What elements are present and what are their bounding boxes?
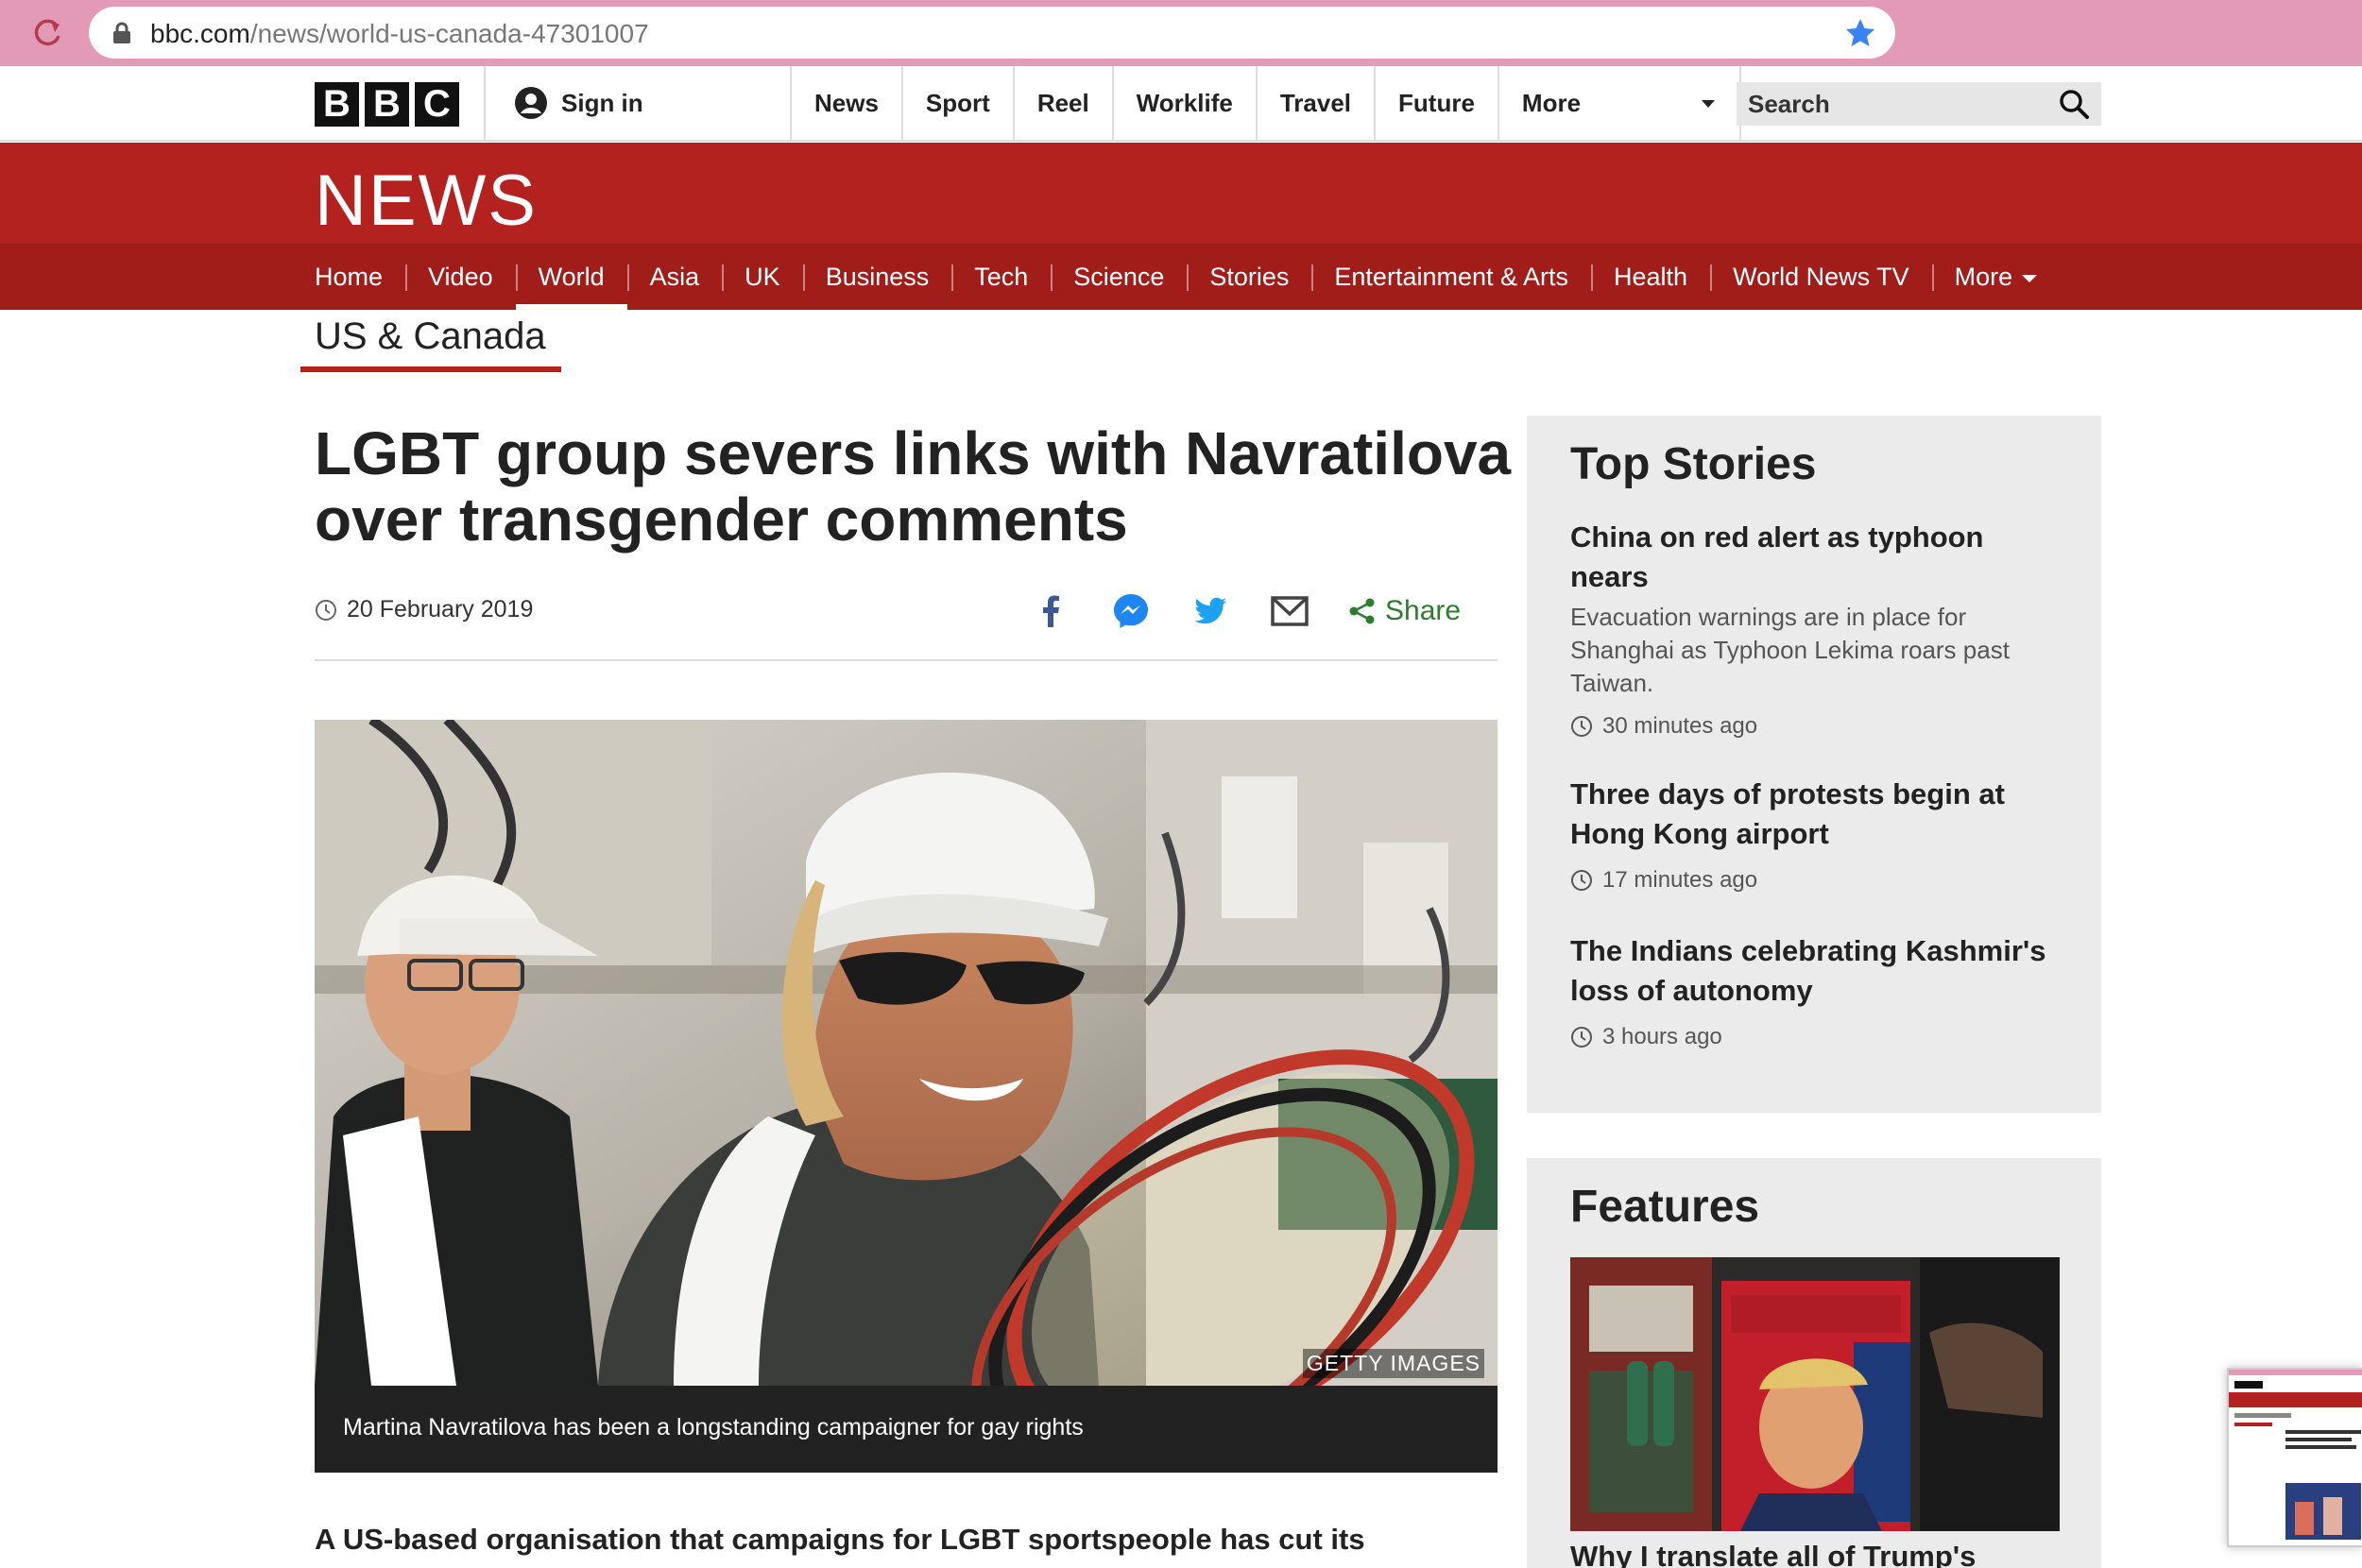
- lock-icon: [113, 22, 130, 43]
- clock-icon: [1571, 1027, 1592, 1048]
- nav-more[interactable]: More: [1931, 244, 2061, 310]
- nav-entertainment-arts[interactable]: Entertainment & Arts: [1311, 244, 1591, 310]
- top-story-item[interactable]: China on red alert as typhoon nears Evac…: [1570, 518, 2062, 740]
- thumbnail-preview-image: [2229, 1370, 2362, 1545]
- share-tools: Share: [1030, 588, 1461, 635]
- nav-health[interactable]: Health: [1591, 244, 1710, 310]
- section-underline: [300, 366, 561, 372]
- top-story-item[interactable]: Three days of protests begin at Hong Kon…: [1570, 775, 2062, 894]
- clock-icon: [1571, 870, 1592, 891]
- top-stories-title: Top Stories: [1570, 439, 1817, 489]
- story-time-text: 3 hours ago: [1602, 1024, 1722, 1049]
- share-icon: [1349, 598, 1375, 624]
- feature-headline[interactable]: Why I translate all of Trump's: [1570, 1540, 1976, 1568]
- top-nav-sport[interactable]: Sport: [900, 66, 1013, 140]
- magazine-stand-photo: [1570, 1257, 2060, 1531]
- story-summary: Evacuation warnings are in place for Sha…: [1570, 603, 2010, 697]
- image-caption: Martina Navratilova has been a longstand…: [315, 1386, 1498, 1473]
- url-text: bbc.com/news/world-us-canada-47301007: [150, 19, 649, 49]
- story-title[interactable]: Three days of protests begin at Hong Kon…: [1570, 775, 2062, 854]
- nav-asia[interactable]: Asia: [626, 244, 723, 310]
- search-icon[interactable]: [2058, 88, 2090, 120]
- search-input[interactable]: Search: [1737, 82, 2101, 126]
- bookmark-star-icon[interactable]: [1844, 17, 1876, 49]
- article-date: 20 February 2019: [315, 596, 533, 623]
- top-nav-reel[interactable]: Reel: [1012, 66, 1112, 140]
- story-time: 3 hours ago: [1570, 1024, 2062, 1050]
- nav-science[interactable]: Science: [1051, 244, 1187, 310]
- clock-icon: [316, 599, 336, 621]
- feature-image[interactable]: [1570, 1257, 2060, 1531]
- nav-home[interactable]: Home: [292, 244, 405, 310]
- article-date-text: 20 February 2019: [347, 596, 534, 622]
- tennis-player-photo: [315, 720, 1498, 1386]
- top-nav: News Sport Reel Worklife Travel Future M…: [790, 66, 1741, 140]
- logo-letter: B: [365, 82, 409, 127]
- share-label: Share: [1385, 595, 1462, 626]
- chevron-down-icon: [1701, 100, 1715, 108]
- logo-letter: B: [315, 82, 359, 127]
- top-nav-worklife[interactable]: Worklife: [1111, 66, 1256, 140]
- section-title[interactable]: US & Canada: [315, 315, 546, 358]
- article-headline: LGBT group severs links with Navratilova…: [315, 419, 1512, 554]
- nav-more-label: More: [1954, 263, 2013, 291]
- twitter-icon[interactable]: [1189, 589, 1232, 633]
- url-host: bbc.com: [150, 19, 250, 48]
- nav-video[interactable]: Video: [405, 244, 516, 310]
- article-divider: [315, 659, 1498, 661]
- bbc-masthead: B B C Sign in News Sport Reel Worklife T…: [0, 66, 2362, 142]
- story-time-text: 30 minutes ago: [1602, 713, 1758, 739]
- features-panel: Features Why I translate all of Trump's: [1527, 1158, 2101, 1568]
- bbc-logo[interactable]: B B C: [315, 82, 459, 127]
- story-time-text: 17 minutes ago: [1602, 867, 1758, 893]
- top-story-item[interactable]: The Indians celebrating Kashmir's loss o…: [1570, 931, 2062, 1050]
- nav-tech[interactable]: Tech: [951, 244, 1051, 310]
- top-nav-future[interactable]: Future: [1374, 66, 1498, 140]
- article-lead: A US-based organisation that campaigns f…: [315, 1523, 1365, 1556]
- nav-world[interactable]: World: [515, 244, 627, 310]
- features-title: Features: [1570, 1182, 1760, 1232]
- news-section-nav: Home Video World Asia UK Business Tech S…: [0, 244, 2362, 310]
- top-nav-travel[interactable]: Travel: [1255, 66, 1374, 140]
- reload-icon[interactable]: [28, 13, 66, 51]
- story-title[interactable]: The Indians celebrating Kashmir's loss o…: [1570, 931, 2062, 1011]
- article-photo: GETTY IMAGES: [315, 720, 1498, 1386]
- address-bar[interactable]: bbc.com/news/world-us-canada-47301007: [89, 7, 1895, 59]
- story-time: 30 minutes ago: [1570, 713, 2062, 740]
- top-nav-news[interactable]: News: [790, 66, 901, 140]
- news-banner: NEWS: [0, 143, 2362, 244]
- clock-icon: [1571, 716, 1592, 737]
- user-icon: [515, 87, 547, 119]
- top-stories-panel: Top Stories China on red alert as typhoo…: [1527, 416, 2101, 1113]
- chevron-down-icon: [2022, 274, 2038, 282]
- share-button[interactable]: Share: [1347, 595, 1461, 627]
- facebook-icon[interactable]: [1030, 589, 1073, 633]
- screenshot-thumbnail[interactable]: [2227, 1368, 2362, 1547]
- email-icon[interactable]: [1268, 589, 1311, 633]
- news-wordmark[interactable]: NEWS: [315, 160, 538, 242]
- logo-letter: C: [415, 82, 459, 127]
- story-title[interactable]: China on red alert as typhoon nears: [1570, 518, 2062, 597]
- top-nav-more-label: More: [1521, 89, 1582, 117]
- nav-business[interactable]: Business: [802, 244, 952, 310]
- top-nav-more[interactable]: More: [1497, 66, 1741, 140]
- nav-uk[interactable]: UK: [722, 244, 803, 310]
- url-path: /news/world-us-canada-47301007: [249, 19, 649, 48]
- nav-world-news-tv[interactable]: World News TV: [1710, 244, 1932, 310]
- image-credit: GETTY IMAGES: [1302, 1349, 1484, 1378]
- sign-in-link[interactable]: Sign in: [484, 66, 791, 140]
- browser-toolbar: bbc.com/news/world-us-canada-47301007: [0, 0, 2362, 66]
- messenger-icon[interactable]: [1109, 589, 1153, 633]
- search-placeholder: Search: [1748, 90, 1830, 118]
- story-time: 17 minutes ago: [1570, 867, 2062, 894]
- nav-stories[interactable]: Stories: [1187, 244, 1311, 310]
- sign-in-label: Sign in: [561, 88, 643, 117]
